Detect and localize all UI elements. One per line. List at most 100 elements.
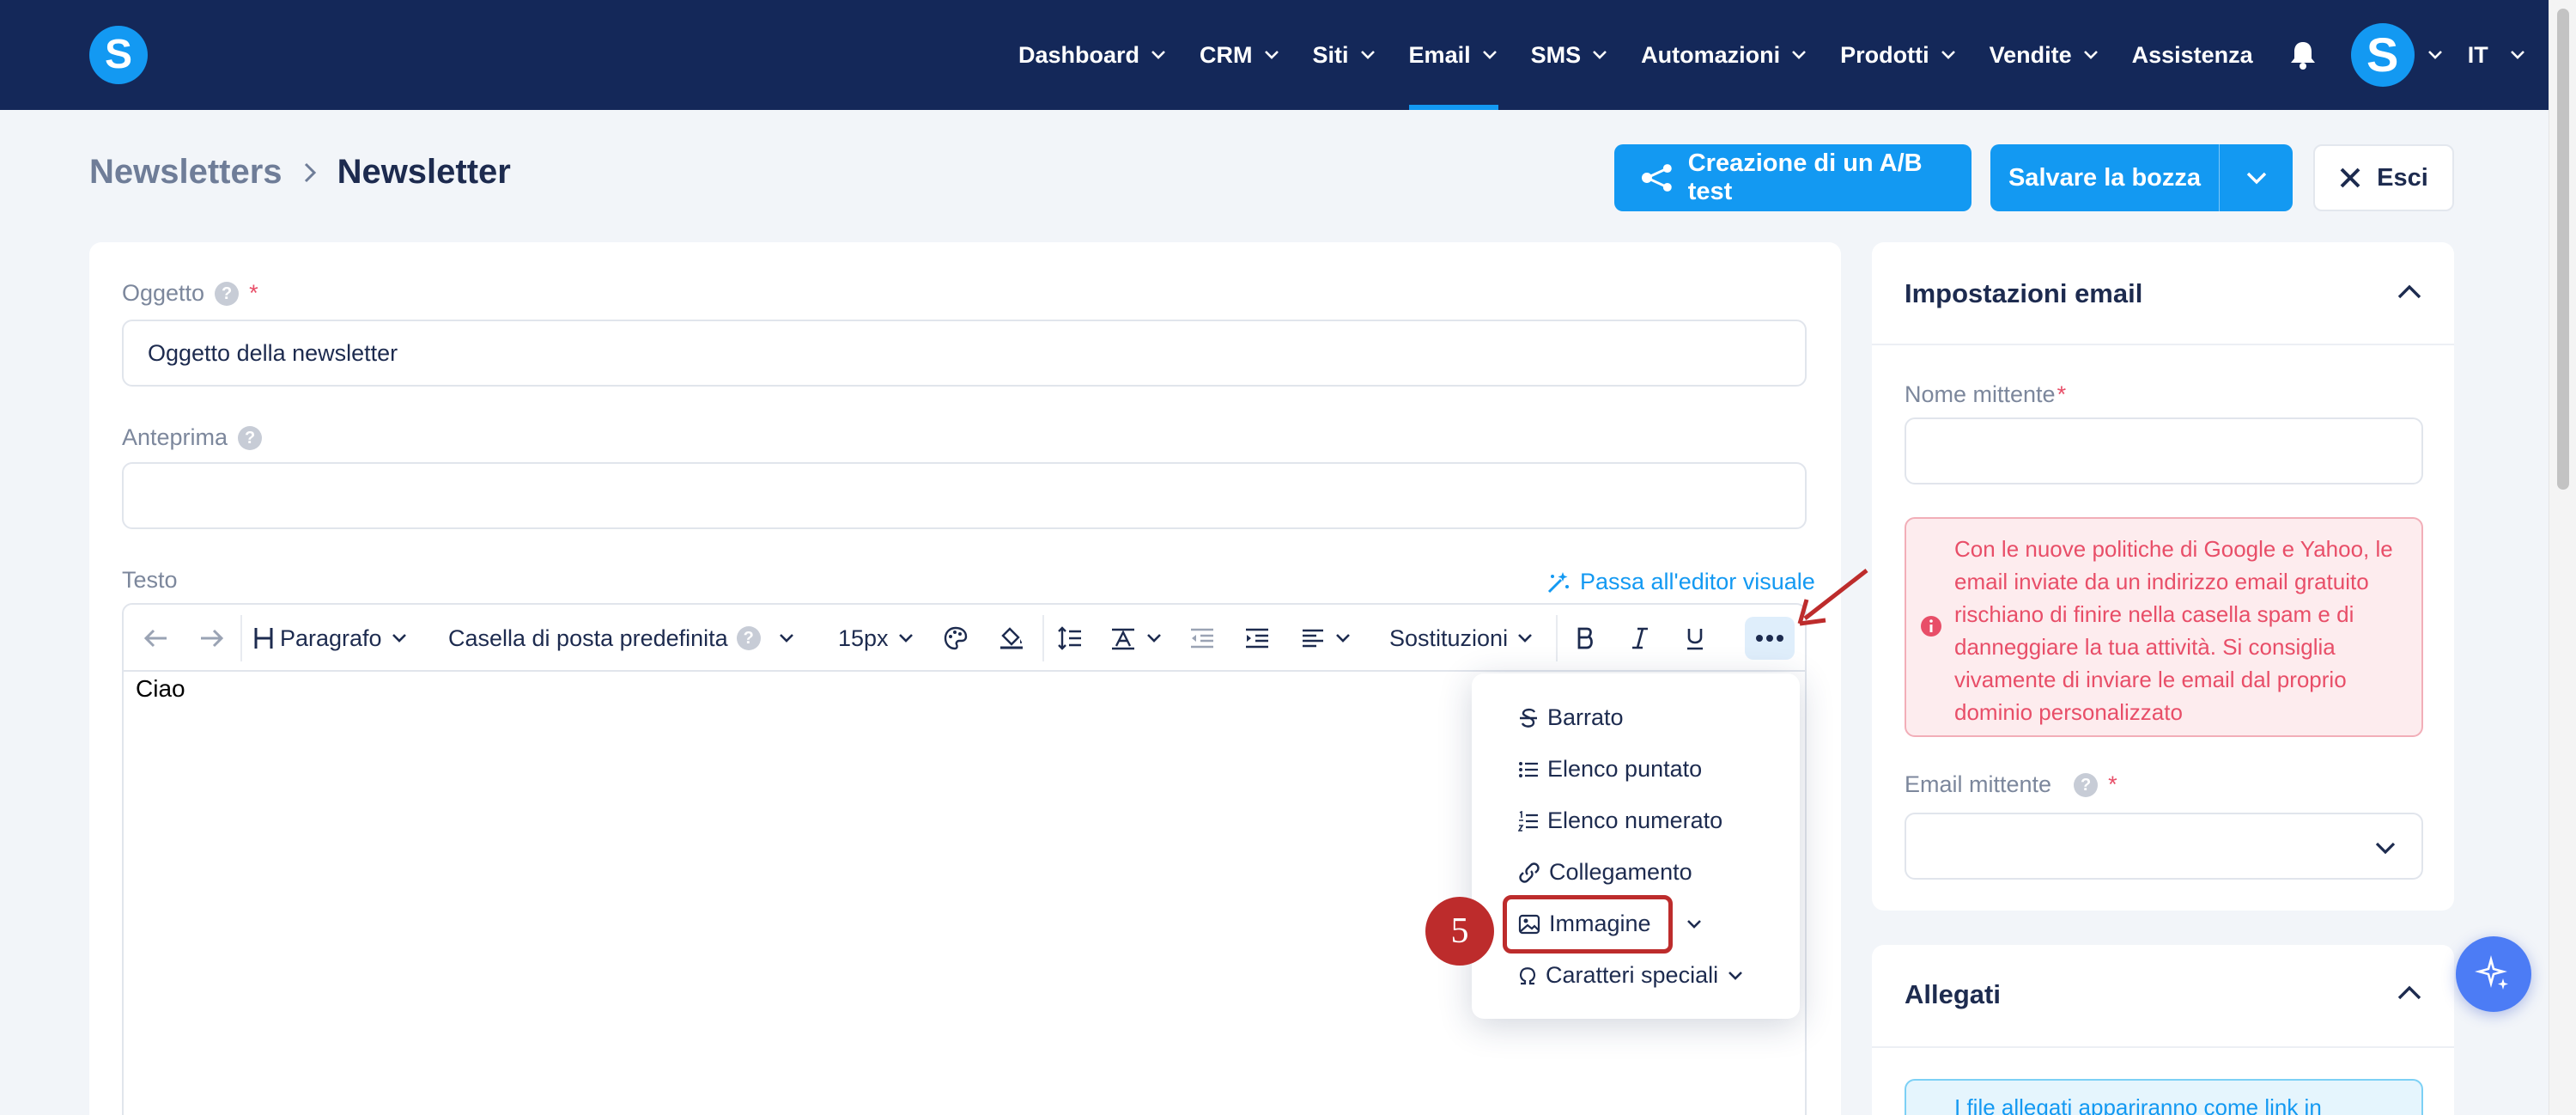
line-height-icon — [1058, 626, 1081, 650]
save-options-dropdown[interactable] — [2220, 170, 2293, 186]
redo-button[interactable] — [197, 605, 225, 672]
nav-label-sms: SMS — [1530, 41, 1582, 68]
subject-input[interactable]: Oggetto della newsletter — [122, 320, 1807, 387]
page-scrollbar[interactable] — [2549, 0, 2576, 1115]
attachments-info: I file allegati appariranno come link in — [1905, 1079, 2423, 1115]
sender-name-input[interactable] — [1905, 417, 2423, 484]
app-logo[interactable]: S — [89, 26, 148, 84]
indent-icon — [1246, 628, 1268, 649]
language-selector[interactable]: IT — [2468, 0, 2526, 110]
warning-text: Con le nuove politiche di Google e Yahoo… — [1954, 536, 2393, 725]
menu-label-link: Collegamento — [1549, 859, 1692, 885]
chevron-up-icon[interactable] — [2396, 283, 2423, 301]
required-marker: * — [2108, 771, 2117, 797]
chevron-down-icon — [1264, 51, 1279, 59]
card-divider — [1872, 344, 2454, 345]
chevron-down-icon — [1941, 51, 1955, 59]
underline-button[interactable] — [1685, 605, 1705, 672]
redo-arrow-icon — [201, 629, 224, 648]
bullet-list-icon — [1519, 761, 1538, 777]
chevron-down-icon — [1336, 634, 1350, 643]
text-format-icon — [1112, 628, 1134, 650]
nav-label-email: Email — [1408, 41, 1471, 68]
italic-button[interactable] — [1630, 605, 1650, 672]
ab-test-button[interactable]: Creazione di un A/B test — [1614, 144, 1971, 211]
help-icon[interactable]: ? — [215, 281, 240, 306]
help-icon[interactable]: ? — [736, 626, 761, 650]
substitutions-dropdown[interactable]: Sostituzioni — [1389, 605, 1534, 672]
menu-label-special-characters: Caratteri speciali — [1546, 962, 1719, 988]
nav-label-prodotti: Prodotti — [1840, 41, 1929, 68]
menu-item-link[interactable]: Collegamento — [1518, 859, 1692, 886]
sparkles-icon — [2475, 955, 2508, 990]
alignment-dropdown[interactable] — [1300, 605, 1352, 672]
chevron-down-icon[interactable] — [1686, 918, 1703, 930]
nav-item-email[interactable]: Email — [1408, 0, 1498, 110]
line-height-button[interactable] — [1056, 605, 1084, 672]
chevron-down-icon — [1593, 51, 1607, 59]
nav-label-dashboard: Dashboard — [1018, 41, 1140, 68]
align-left-icon — [1303, 629, 1323, 648]
nav-item-assistenza[interactable]: Assistenza — [2132, 0, 2253, 110]
nav-label-automazioni: Automazioni — [1641, 41, 1781, 68]
help-icon[interactable]: ? — [2074, 772, 2099, 797]
toolbar-separator — [1042, 615, 1044, 661]
help-icon[interactable]: ? — [238, 425, 263, 450]
bold-button[interactable] — [1575, 605, 1595, 672]
bell-icon[interactable] — [2286, 38, 2320, 72]
sender-email-select[interactable] — [1905, 813, 2423, 880]
menu-item-numbered-list[interactable]: Elenco numerato — [1518, 807, 1722, 834]
heading-icon — [254, 628, 273, 649]
indent-button[interactable] — [1243, 605, 1271, 672]
font-size-dropdown[interactable]: 15px — [838, 605, 914, 672]
preview-input[interactable] — [122, 462, 1807, 529]
menu-item-bullet-list[interactable]: Elenco puntato — [1518, 756, 1702, 783]
font-family-dropdown[interactable]: Casella di posta predefinita ? — [448, 605, 795, 672]
nav-item-automazioni[interactable]: Automazioni — [1641, 0, 1807, 110]
substitutions-label: Sostituzioni — [1389, 625, 1509, 651]
block-format-dropdown[interactable]: Paragrafo — [252, 605, 408, 672]
scrollbar-thumb[interactable] — [2557, 9, 2569, 490]
text-color-button[interactable] — [943, 605, 969, 672]
user-avatar[interactable]: S — [2350, 23, 2415, 87]
nav-item-siti[interactable]: Siti — [1313, 0, 1376, 110]
save-draft-button[interactable]: Salvare la bozza — [1990, 164, 2219, 192]
email-settings-card: Impostazioni email Nome mittente * Con l… — [1872, 242, 2454, 911]
font-family-label: Casella di posta predefinita — [448, 625, 728, 651]
ai-assistant-button[interactable] — [2456, 936, 2531, 1012]
email-settings-title: Impostazioni email — [1905, 278, 2143, 308]
step-number-badge: 5 — [1425, 897, 1494, 966]
block-format-label: Paragrafo — [280, 625, 382, 651]
text-label: Testo — [122, 567, 178, 594]
chevron-down-icon[interactable] — [1727, 970, 1744, 982]
subject-input-value: Oggetto della newsletter — [148, 339, 398, 366]
nav-item-sms[interactable]: SMS — [1531, 0, 1609, 110]
omega-icon — [1519, 966, 1536, 984]
ab-test-label: Creazione di un A/B test — [1687, 149, 1923, 205]
outdent-button[interactable] — [1188, 605, 1216, 672]
info-circle-icon — [1921, 616, 1941, 637]
exit-label: Esci — [2377, 163, 2428, 192]
switch-visual-editor-link[interactable]: Passa all'editor visuale — [1546, 569, 1815, 595]
chevron-up-icon[interactable] — [2396, 984, 2423, 1002]
chevron-down-icon — [2083, 51, 2098, 59]
nav-item-vendite[interactable]: Vendite — [1990, 0, 2099, 110]
numbered-list-icon — [1518, 810, 1538, 832]
chevron-down-icon — [1792, 51, 1807, 59]
breadcrumb-newsletters[interactable]: Newsletters — [89, 153, 283, 192]
background-color-button[interactable] — [998, 605, 1025, 672]
menu-item-special-characters[interactable]: Caratteri speciali — [1518, 962, 1744, 989]
editor-content[interactable]: Ciao — [136, 675, 185, 703]
link-icon — [1519, 862, 1540, 883]
menu-item-strikethrough[interactable]: Barrato — [1518, 704, 1624, 731]
undo-button[interactable] — [143, 605, 170, 672]
nav-label-crm: CRM — [1200, 41, 1253, 68]
nav-item-dashboard[interactable]: Dashboard — [1018, 0, 1167, 110]
font-size-label: 15px — [838, 625, 889, 651]
exit-button[interactable]: Esci — [2313, 144, 2454, 211]
chevron-down-icon — [779, 634, 793, 643]
text-style-dropdown[interactable] — [1109, 605, 1163, 672]
chevron-down-icon[interactable] — [2427, 49, 2444, 61]
nav-item-crm[interactable]: CRM — [1200, 0, 1280, 110]
nav-item-prodotti[interactable]: Prodotti — [1840, 0, 1956, 110]
